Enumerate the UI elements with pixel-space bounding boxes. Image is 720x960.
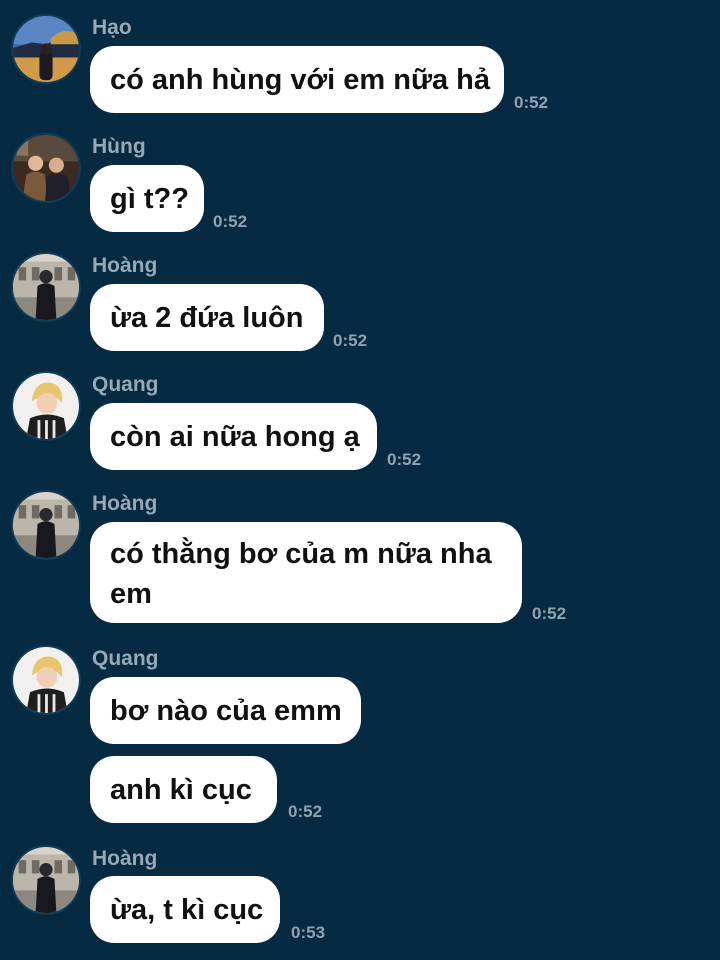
message-timestamp: 0:52 (514, 93, 549, 112)
message-timestamp: 0:52 (288, 802, 323, 821)
sender-name: Hạo (92, 16, 132, 39)
sender-name: Hùng (92, 135, 146, 158)
message-bubble[interactable]: có anh hùng với em nữa hả (90, 46, 504, 113)
message-bubble[interactable]: gì t?? (90, 165, 204, 232)
group-photo-avatar-icon[interactable] (11, 133, 81, 203)
blond-portrait-avatar-icon[interactable] (11, 645, 81, 715)
message-bubble[interactable]: còn ai nữa hong ạ (90, 403, 377, 470)
sender-name: Hoàng (92, 847, 158, 870)
building-portrait-avatar-icon[interactable] (11, 252, 81, 322)
message-timestamp: 0:52 (333, 331, 368, 350)
sender-name: Quang (92, 647, 159, 670)
message-bubble[interactable]: bơ nào của emm (90, 677, 361, 744)
message-timestamp: 0:52 (213, 212, 248, 231)
city-night-avatar-icon[interactable] (11, 14, 81, 84)
building-portrait-avatar-icon[interactable] (11, 845, 81, 915)
message-timestamp: 0:53 (291, 923, 326, 942)
message-bubble[interactable]: anh kì cục (90, 756, 277, 823)
message-bubble[interactable]: ừa, t kì cục (90, 876, 280, 943)
message-timestamp: 0:52 (387, 450, 422, 469)
sender-name: Hoàng (92, 492, 158, 515)
message-timestamp: 0:52 (532, 604, 567, 623)
building-portrait-avatar-icon[interactable] (11, 490, 81, 560)
chat-screen: Hạo có anh hùng với em nữa hả 0:52 Hùng … (0, 0, 720, 960)
blond-portrait-avatar-icon[interactable] (11, 371, 81, 441)
sender-name: Hoàng (92, 254, 158, 277)
message-bubble[interactable]: có thằng bơ của m nữa nha em (90, 522, 522, 623)
message-bubble[interactable]: ừa 2 đứa luôn (90, 284, 324, 351)
sender-name: Quang (92, 373, 159, 396)
